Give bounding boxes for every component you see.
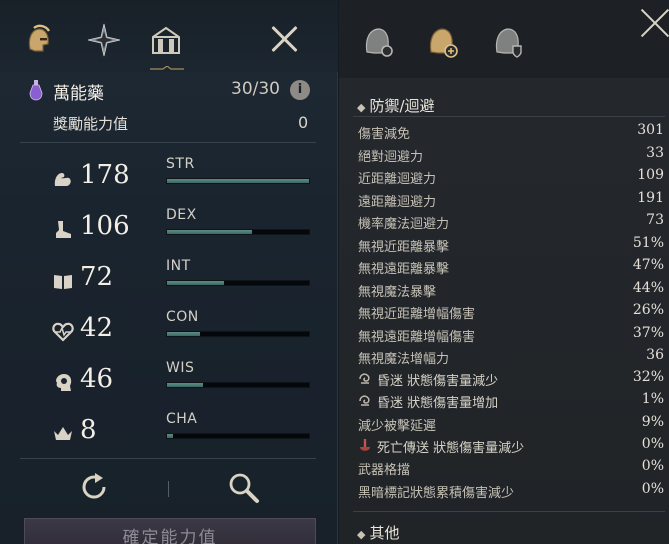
info-icon[interactable]: i [290,80,310,100]
section-title-defense: ◆ 防禦/迴避 [357,97,435,115]
helmet-plus-tab[interactable] [423,22,463,62]
stat-name: CON [166,309,199,325]
stat-detail-row: 黑暗標記狀態累積傷害減少 0% [358,481,664,501]
elixir-label: 萬能藥 [53,84,104,104]
helmet-gear-icon [365,28,393,57]
close-icon[interactable] [270,24,300,54]
stun-icon [359,395,370,406]
compass-star-icon [87,23,121,57]
elixir-row: 萬能藥 30/30 i [0,76,322,104]
stat-detail-row: 近距離迴避力 109 [358,167,664,187]
divider [168,481,169,497]
stat-detail-row: 武器格擋 0% [358,458,664,478]
muscle-arm-icon [52,168,74,190]
stat-detail-row: 無視近距離增幅傷害 26% [358,302,664,322]
book-icon [52,270,74,292]
building-icon [152,26,180,54]
divider [20,458,316,459]
helmet-gear-tab[interactable] [359,22,399,62]
stat-detail-row: 無視遠距離增幅傷害 37% [358,325,664,345]
section-divider [353,511,665,512]
helmet-plus-icon [429,28,458,58]
stat-row-str: 178 STR [0,156,330,200]
stat-bar [166,331,310,337]
helmet-tab[interactable] [18,20,58,60]
stat-detail-row: 昏迷 狀態傷害量增加 1% [339,390,669,412]
stat-value: 178 [80,160,130,190]
stat-value: 106 [80,211,130,241]
active-tab-indicator [150,66,184,70]
helmet-icon [28,24,51,52]
stat-detail-row: 減少被擊延遲 9% [358,414,664,434]
divider [20,142,316,143]
stat-row-int: 72 INT [0,258,330,302]
stat-detail-row: 無視遠距離暴擊 47% [358,257,664,277]
helmet-shield-icon [495,28,522,58]
character-stat-panel: 萬能藥 30/30 i 獎勵能力值 0 178 STR 106 DEX 72 I… [0,0,338,544]
stat-name: INT [166,258,191,274]
bonus-stat-row: 獎勵能力值 0 [0,110,322,136]
bonus-stat-label: 獎勵能力值 [53,115,129,133]
reset-icon[interactable] [77,470,111,504]
diamond-icon: ◆ [357,101,366,114]
heart-icon [52,321,74,343]
stat-detail-row: 絕對迴避力 33 [358,145,664,165]
stat-row-wis: 46 WIS [0,360,330,404]
stat-bar [166,433,310,439]
stat-bar [166,382,310,388]
stat-value: 72 [80,262,114,292]
close-icon[interactable] [641,8,669,38]
stat-name: STR [166,156,195,172]
boot-icon [52,219,74,241]
crown-icon [52,423,74,445]
stat-value: 46 [80,364,114,394]
building-tab[interactable] [146,20,186,60]
helmet-shield-tab[interactable] [489,22,529,62]
stat-detail-row: 無視魔法增幅力 36 [358,347,664,367]
stat-detail-row: 無視近距離暴擊 51% [358,235,664,255]
stun-icon [359,373,370,384]
stat-detail-row: 機率魔法迴避力 73 [358,212,664,232]
death-teleport-icon [360,439,370,451]
potion-icon [29,80,43,101]
stat-bar [166,280,310,286]
stat-detail-row: 遠距離迴避力 191 [358,190,664,210]
defense-detail-panel: ◆ 防禦/迴避 傷害減免 301 絕對迴避力 33 近距離迴避力 109 遠距離迴避力 1… [339,0,669,544]
stat-name: WIS [166,360,195,376]
stat-detail-row: 死亡傳送 狀態傷害量減少 0% [339,435,669,457]
stat-row-cha: 8 CHA [0,411,330,455]
stat-value: 8 [80,415,97,445]
stat-detail-row: 無視魔法暴擊 44% [358,280,664,300]
stat-row-dex: 106 DEX [0,207,330,251]
stat-bar [166,178,310,184]
search-icon[interactable] [226,470,260,504]
section-divider [353,116,665,117]
compass-star-tab[interactable] [84,20,124,60]
diamond-icon: ◆ [357,528,366,541]
confirm-stats-button[interactable]: 確定能力值 [24,518,316,544]
stat-name: DEX [166,207,197,223]
stat-row-con: 42 CON [0,309,330,353]
stat-name: CHA [166,411,198,427]
elixir-count: 30/30 [231,79,280,99]
stat-bar [166,229,310,235]
bonus-stat-value: 0 [298,113,309,132]
stat-detail-row: 昏迷 狀態傷害量減少 32% [339,368,669,390]
section-title-other: ◆ 其他 [357,524,400,542]
stat-detail-row: 傷害減免 301 [358,122,664,142]
head-icon [52,372,74,394]
stat-value: 42 [80,313,114,343]
